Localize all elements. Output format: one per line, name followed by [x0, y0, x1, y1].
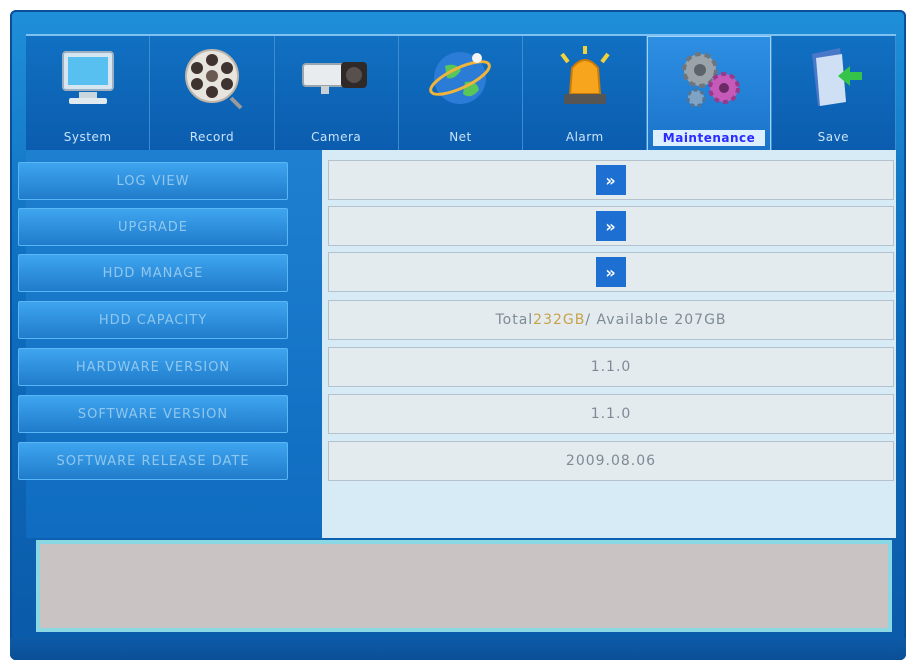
row-label: SOFTWARE RELEASE DATE [56, 453, 250, 469]
row-label: LOG VIEW [116, 173, 190, 189]
info-box [36, 540, 892, 632]
tab-alarm[interactable]: Alarm [523, 36, 648, 152]
double-chevron-right-icon: » [605, 216, 617, 236]
tab-label: Alarm [565, 130, 604, 144]
monitor-icon [61, 51, 114, 104]
tab-save[interactable]: Save [772, 36, 896, 152]
row-label: HDD CAPACITY [98, 312, 208, 328]
tab-net[interactable]: Net [399, 36, 524, 152]
save-icon [812, 48, 863, 106]
value-text: 1.1.0 [590, 359, 632, 375]
hdd-capacity-value: Total 232GB / Available 207GB [328, 300, 894, 340]
tab-camera[interactable]: Camera [275, 36, 399, 152]
open-upgrade-button[interactable]: » [596, 211, 626, 241]
log-view-field: » [328, 160, 894, 200]
upgrade-field: » [328, 206, 894, 246]
tab-label: Maintenance [653, 130, 765, 146]
tab-label: System [63, 130, 112, 144]
value-text: 2009.08.06 [565, 453, 657, 469]
value-text: 1.1.0 [590, 406, 632, 422]
row-label: SOFTWARE VERSION [77, 406, 229, 422]
software-release-date-button[interactable]: SOFTWARE RELEASE DATE [18, 442, 288, 480]
tab-label: Camera [311, 130, 362, 144]
double-chevron-right-icon: » [605, 170, 617, 190]
tab-label: Record [189, 130, 235, 144]
open-hdd-manage-button[interactable]: » [596, 257, 626, 287]
hardware-version-value: 1.1.0 [328, 347, 894, 387]
bottom-bar [10, 638, 906, 660]
tab-record[interactable]: Record [150, 36, 275, 152]
tab-maintenance[interactable]: Maintenance [647, 36, 772, 152]
software-version-button[interactable]: SOFTWARE VERSION [18, 395, 288, 433]
tab-label: Net [449, 130, 472, 144]
alarm-siren-icon [560, 46, 610, 104]
upgrade-button[interactable]: UPGRADE [18, 208, 288, 246]
capacity-suffix: / Available 207GB [585, 312, 727, 328]
row-label: UPGRADE [117, 219, 189, 235]
globe-icon [429, 52, 492, 104]
capacity-prefix: Total [495, 312, 534, 328]
row-label: HARDWARE VERSION [75, 359, 231, 375]
hardware-version-button[interactable]: HARDWARE VERSION [18, 348, 288, 386]
hdd-manage-button[interactable]: HDD MANAGE [18, 254, 288, 292]
tab-system[interactable]: System [26, 36, 151, 152]
film-reel-icon [184, 49, 243, 110]
hdd-capacity-button[interactable]: HDD CAPACITY [18, 301, 288, 339]
open-log-view-button[interactable]: » [596, 165, 626, 195]
capacity-total: 232GB [533, 312, 586, 328]
log-view-button[interactable]: LOG VIEW [18, 162, 288, 200]
tab-label: Save [817, 130, 850, 144]
double-chevron-right-icon: » [605, 262, 617, 282]
camera-icon [302, 62, 368, 94]
main-tab-bar: System Record Camera Net Alarm Maintenan… [26, 34, 896, 152]
software-release-date-value: 2009.08.06 [328, 441, 894, 481]
software-version-value: 1.1.0 [328, 394, 894, 434]
row-label: HDD MANAGE [102, 265, 204, 281]
hdd-manage-field: » [328, 252, 894, 292]
gears-icon [682, 52, 741, 108]
